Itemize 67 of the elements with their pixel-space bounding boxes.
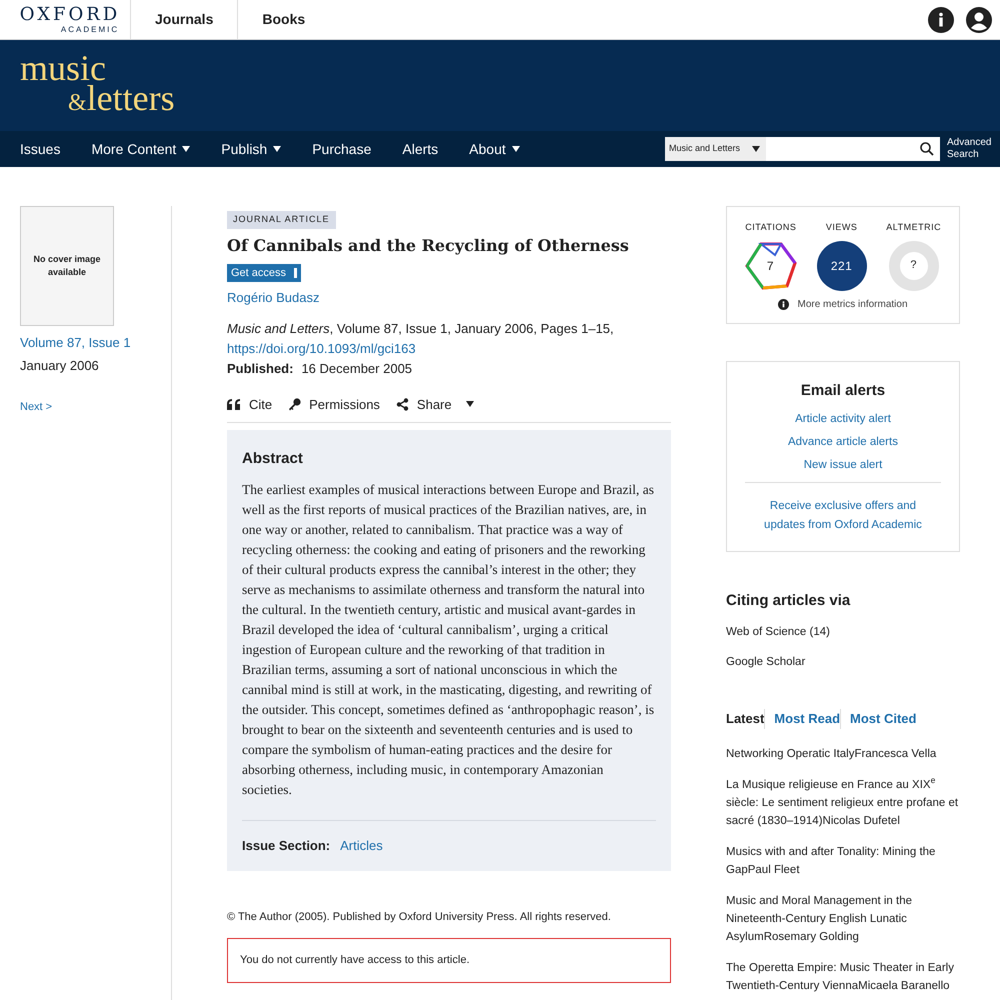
access-notice: You do not currently have access to this article. (227, 938, 671, 982)
issue-link[interactable]: Volume 87, Issue 1 (20, 333, 171, 352)
nav-item[interactable]: Alerts (402, 138, 438, 160)
alert-link[interactable]: Article activity alert (795, 410, 891, 428)
latest-article-link[interactable]: The Operetta Empire: Music Theater in Early Twentieth-Century ViennaMicaela Baranello (726, 958, 960, 995)
citation-count: 7 (766, 258, 774, 274)
article-tool-button[interactable]: Permissions (288, 394, 380, 414)
nav-item[interactable]: Purchase (312, 138, 372, 160)
info-icon (778, 298, 790, 310)
next-link[interactable]: Next > (20, 399, 171, 416)
altmetric-score: ? (888, 240, 939, 290)
alert-link[interactable]: Advance article alerts (788, 434, 898, 451)
views-count: 221 (816, 240, 867, 290)
abstract-heading: Abstract (242, 449, 304, 469)
hexagon-badge-icon (744, 240, 797, 290)
latest-article-link[interactable]: Networking Operatic ItalyFrancesca Vella (726, 744, 960, 763)
oxford-logo[interactable]: OXFORD (20, 6, 120, 24)
key-icon (288, 398, 302, 411)
search-icon[interactable] (920, 142, 934, 156)
nav-item[interactable]: About (469, 138, 520, 160)
latest-article-link[interactable]: Musics with and after Tonality: Mining the GapPaul Fleet (726, 842, 960, 879)
article-tool-button[interactable]: Cite (227, 394, 272, 414)
views-label: VIEWS (826, 221, 858, 234)
header-link[interactable]: Books (237, 0, 330, 39)
search-field[interactable] (766, 137, 940, 161)
more-metrics-link[interactable]: More metrics information (797, 296, 908, 312)
article-list-tab[interactable]: Most Read (764, 709, 840, 729)
oxford-logo-subtitle: ACADEMIC (60, 26, 120, 34)
share-icon (396, 398, 409, 411)
header-link[interactable]: Journals (130, 0, 238, 39)
published-date: 16 December 2005 (301, 360, 412, 378)
caret-icon (752, 146, 760, 152)
article-list-tab[interactable]: Latest (726, 709, 764, 729)
cover-placeholder-text: No cover image available (33, 252, 101, 279)
citing-source-link[interactable]: Google Scholar (726, 654, 960, 672)
author-link[interactable]: Rogério Budasz (227, 288, 671, 308)
doi-link[interactable]: https://doi.org/10.1093/ml/gci163 (227, 338, 671, 358)
nav-item[interactable]: Issues (20, 138, 60, 160)
altmetric-label: ALTMETRIC (886, 221, 942, 234)
issue-date: January 2006 (20, 356, 100, 375)
latest-article-link[interactable]: La Musique religieuse en France au XIX$^{e}$ siècle: Le sentiment religieux entre profane et sacré (1830–1914)Nicolas Dufetel (726, 776, 960, 830)
alert-link[interactable]: New issue alert (804, 457, 882, 474)
citations-label: CITATIONS (745, 221, 796, 234)
nav-item[interactable]: Publish (221, 138, 282, 160)
citing-articles-title: Citing articles via (726, 591, 852, 612)
quote-icon (227, 398, 241, 410)
journal-logo[interactable]: music &letters (20, 53, 210, 118)
get-access-button[interactable]: Get access (227, 264, 302, 282)
latest-article-link[interactable]: Music and Moral Management in the Nineteenth-Century English Lunatic AsylumRosemary Golding (726, 892, 960, 946)
issue-section-label: Issue Section: (242, 836, 330, 854)
published-label: Published: (227, 360, 294, 378)
citing-source-link[interactable]: Web of Science (14) (726, 624, 960, 641)
user-icon[interactable] (966, 6, 992, 32)
nav-item[interactable]: More Content (91, 138, 190, 160)
article-tool-button[interactable]: Share (396, 394, 474, 414)
citation-text: Music and Letters, Volume 87, Issue 1, January 2006, Pages 1–15, (227, 320, 615, 338)
article-list-tab[interactable]: Most Cited (840, 709, 916, 729)
email-alerts-title: Email alerts (800, 381, 886, 401)
article-type: JOURNAL ARTICLE (227, 211, 336, 228)
abstract-text: The earliest examples of musical interactions between Europe and Brazil, as well as the first reports of musical practices of the Brazilian natives, are, in one way or another, related to cannibalism. That practice was a way of recycling otherness: the cooking and eating of prisoners and the reworking of their cultural products express the cannibal’s interest in the other; they serve as mechanisms to assimilate otherness and transform the natural into the cultural. In the twentieth century, artistic and musical avant-gardes in Brazil developed the idea of ‘cultural cannibalism’, urging a critical ingestion of European culture and the reworking of that tradition in Brazilian terms, assuming a sort of national unconscious in which the cannibal mind is still at work, in the masticating, digesting, and rewriting of the outsider. This concept, sometimes defined as ‘anthropophagic reason’, is brought to bear on the sixteenth and seventeenth centuries and is used to compare the symbolism of human-eating practices and the desire for absorbing otherness, including music, in contemporary Amazonian societies. (242, 480, 656, 798)
issue-section-link[interactable]: Articles (340, 836, 383, 855)
info-icon[interactable] (928, 6, 954, 32)
copyright-text: © The Author (2005). Published by Oxford University Press. All rights reserved. (227, 910, 612, 925)
search-scope-select[interactable]: Music and Letters (665, 137, 766, 161)
offers-link[interactable]: Receive exclusive offers and updates from Oxford Academic (745, 497, 941, 536)
advanced-search-link[interactable]: Advanced Search (940, 137, 1000, 161)
article-title: Of Cannibals and the Recycling of Otherness (227, 235, 630, 257)
